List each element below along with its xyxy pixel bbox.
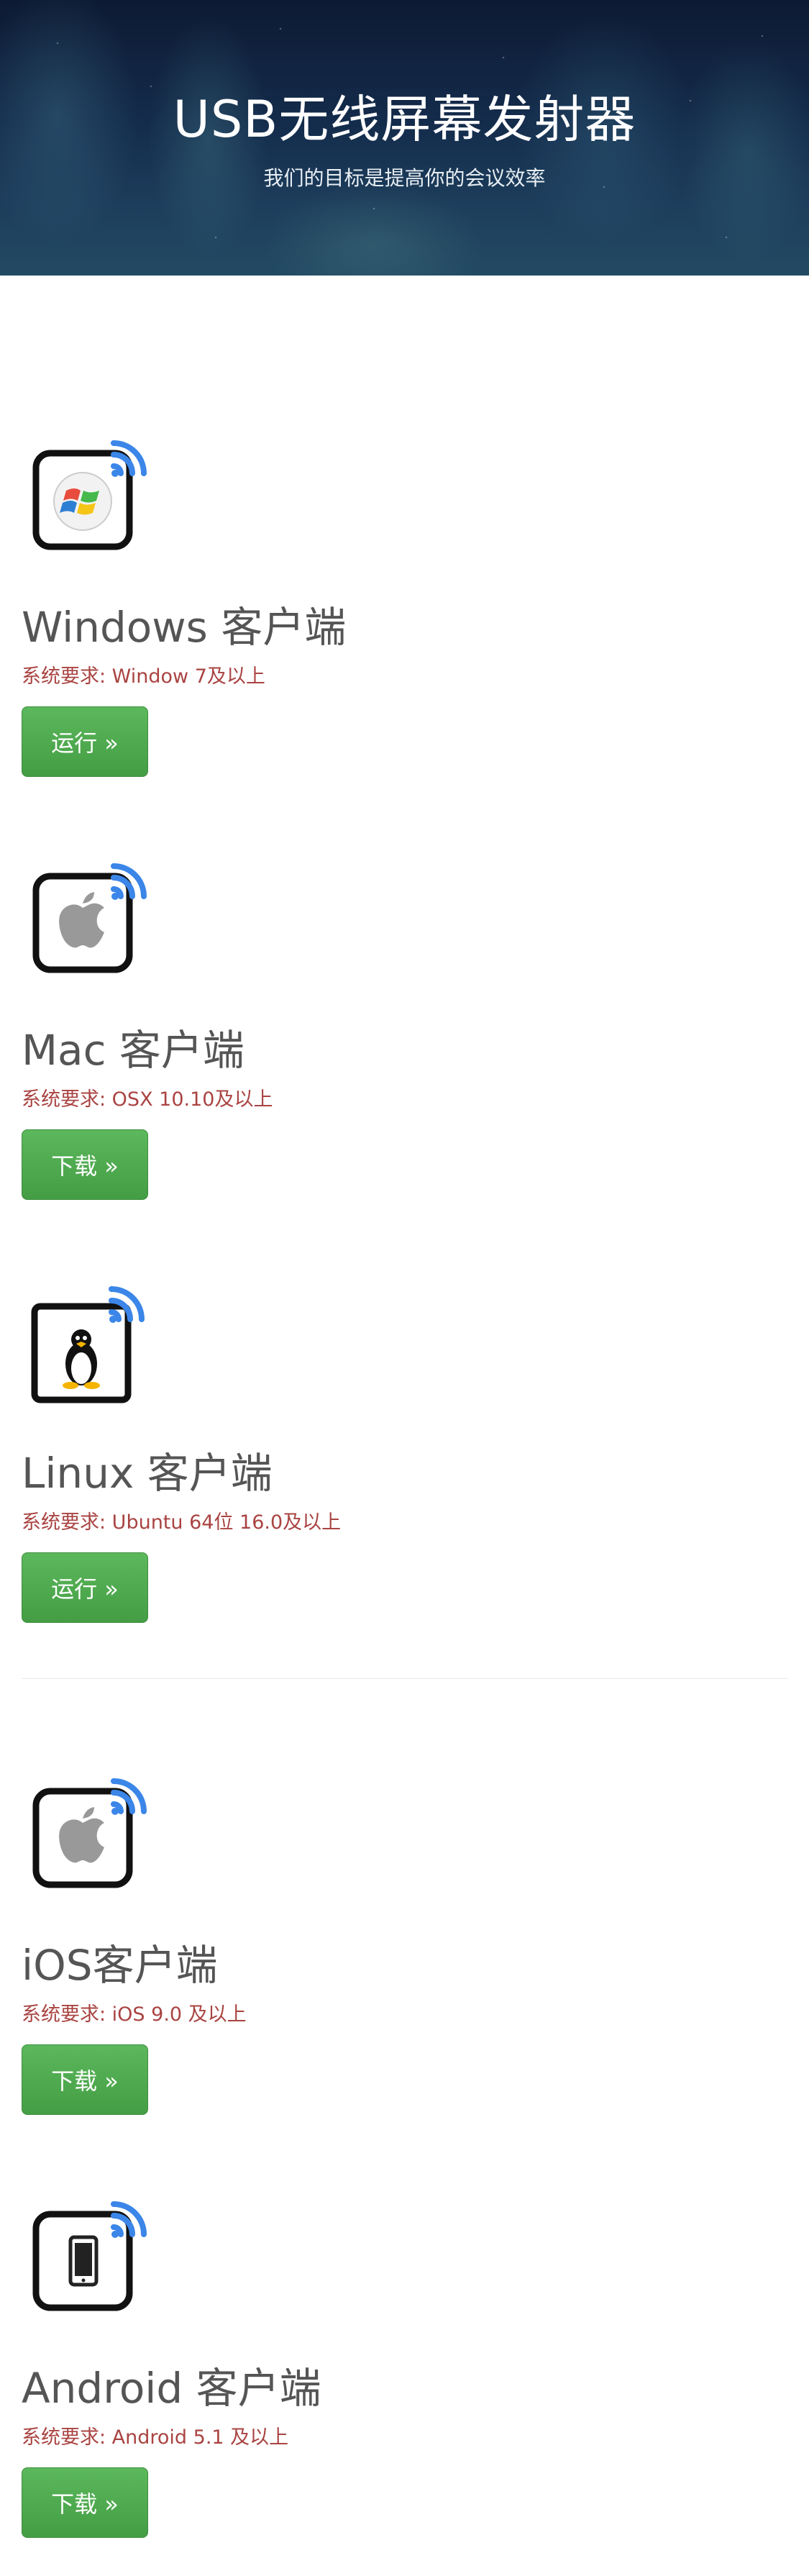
run-button[interactable]: 运行 »	[22, 706, 148, 777]
run-button[interactable]: 运行 »	[22, 1552, 148, 1623]
phone-wifi-icon	[29, 2200, 151, 2322]
system-requirement: 系统要求: Ubuntu 64位 16.0及以上	[22, 1511, 342, 1534]
apple-wifi-icon	[29, 1777, 151, 1899]
apple-wifi-icon	[29, 862, 151, 984]
client-title: iOS客户端	[22, 1941, 218, 1990]
client-android: Android 客户端 系统要求: Android 5.1 及以上 下载 »	[22, 2200, 787, 2545]
client-title: Linux 客户端	[22, 1449, 273, 1498]
system-requirement: 系统要求: Window 7及以上	[22, 665, 265, 688]
client-mac: Mac 客户端 系统要求: OSX 10.10及以上 下载 »	[22, 862, 787, 1207]
windows-wifi-icon	[29, 439, 151, 561]
system-requirement: 系统要求: Android 5.1 及以上	[22, 2426, 289, 2449]
download-button[interactable]: 下载 »	[22, 2044, 148, 2115]
hero-banner: USB无线屏幕发射器 我们的目标是提高你的会议效率	[0, 0, 809, 276]
client-title: Mac 客户端	[22, 1026, 244, 1075]
client-windows: Windows 客户端 系统要求: Window 7及以上 运行 »	[22, 439, 787, 784]
system-requirement: 系统要求: iOS 9.0 及以上	[22, 2003, 247, 2026]
page-title: USB无线屏幕发射器	[173, 90, 636, 149]
client-title: Windows 客户端	[22, 603, 347, 652]
section-divider	[22, 1678, 787, 1679]
system-requirement: 系统要求: OSX 10.10及以上	[22, 1088, 273, 1111]
download-button[interactable]: 下载 »	[22, 1129, 148, 1200]
page-subtitle: 我们的目标是提高你的会议效率	[263, 166, 546, 190]
linux-wifi-icon	[29, 1285, 151, 1407]
download-button[interactable]: 下载 »	[22, 2467, 148, 2538]
client-title: Android 客户端	[22, 2364, 321, 2413]
client-ios: iOS客户端 系统要求: iOS 9.0 及以上 下载 »	[22, 1777, 787, 2122]
client-linux: Linux 客户端 系统要求: Ubuntu 64位 16.0及以上 运行 »	[22, 1285, 787, 1630]
